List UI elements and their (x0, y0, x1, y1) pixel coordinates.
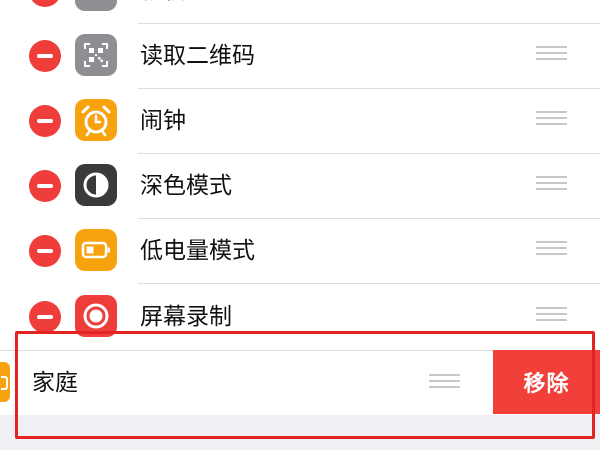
reorder-handle-icon[interactable] (536, 46, 567, 62)
dark-mode-icon (75, 164, 117, 206)
home-icon (0, 362, 10, 402)
list-item-alarm[interactable]: 闹钟 (0, 90, 600, 154)
list-item-low-power-mode[interactable]: 低电量模式 (0, 220, 600, 284)
battery-icon (75, 229, 117, 271)
qr-code-icon (75, 34, 117, 76)
item-label: 屏幕录制 (140, 304, 232, 330)
separator (138, 23, 600, 24)
delete-button[interactable] (29, 40, 61, 72)
reorder-handle-icon[interactable] (536, 241, 567, 257)
reorder-handle-icon[interactable] (536, 111, 567, 127)
list-item-dark-mode[interactable]: 深色模式 (0, 155, 600, 219)
delete-button[interactable] (29, 301, 61, 333)
delete-button[interactable] (29, 235, 61, 267)
control-center-list: 相机 读取二维码 (0, 0, 600, 450)
alarm-clock-icon (75, 99, 117, 141)
delete-button[interactable] (29, 105, 61, 137)
item-label: 闹钟 (140, 108, 186, 134)
item-label: 相机 (140, 0, 186, 6)
separator (138, 218, 600, 219)
separator (138, 283, 600, 284)
delete-button[interactable] (29, 0, 61, 7)
list-item-camera[interactable]: 相机 (0, 0, 600, 24)
item-label: 读取二维码 (140, 43, 255, 69)
list-item-qr-code[interactable]: 读取二维码 (0, 25, 600, 89)
item-label: 深色模式 (140, 173, 232, 199)
separator (138, 153, 600, 154)
delete-button[interactable] (29, 170, 61, 202)
separator (138, 88, 600, 89)
item-label: 低电量模式 (140, 238, 255, 264)
camera-icon (75, 0, 117, 11)
highlight-annotation-box (15, 331, 595, 439)
reorder-handle-icon[interactable] (536, 176, 567, 192)
reorder-handle-icon[interactable] (536, 307, 567, 323)
